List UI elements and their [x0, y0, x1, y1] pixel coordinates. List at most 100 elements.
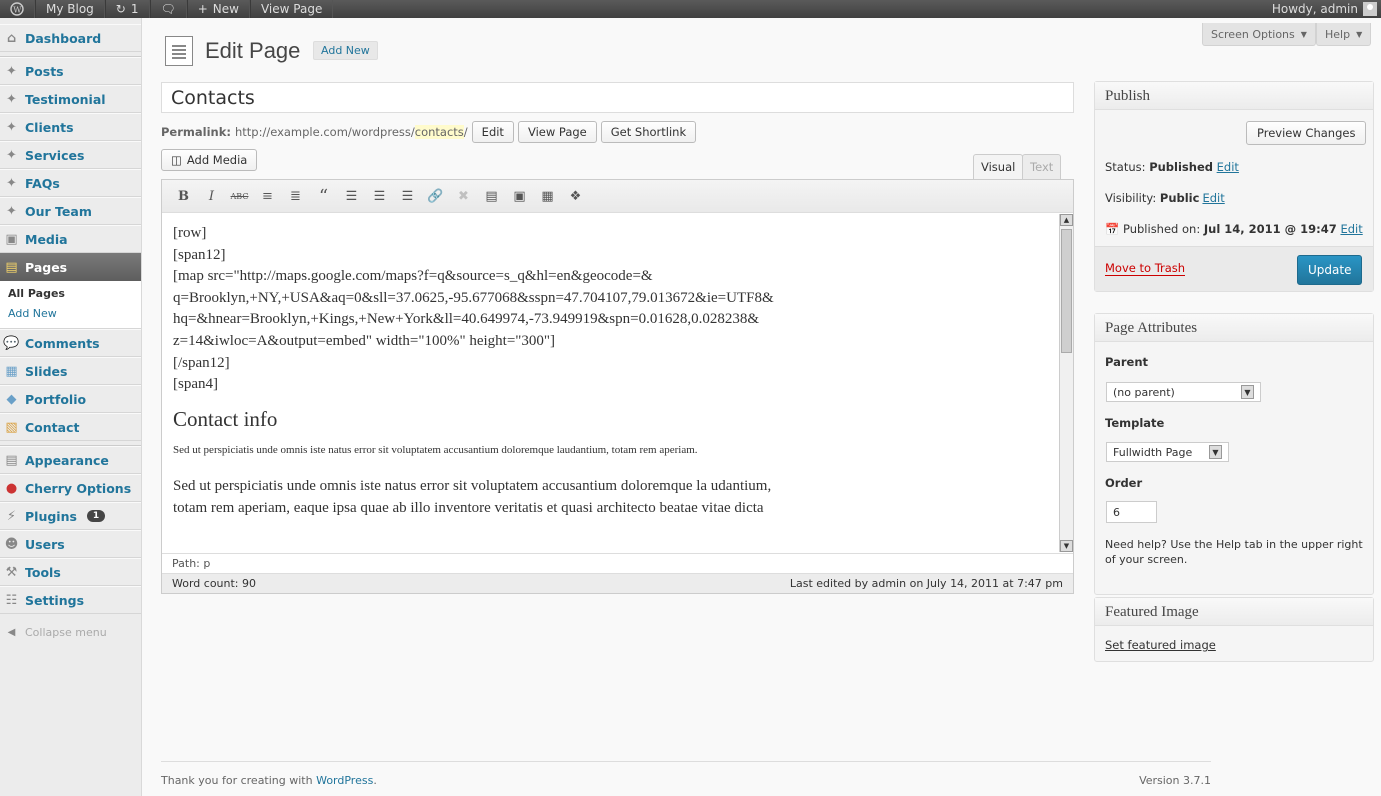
account-menu[interactable]: Howdy, admin [1262, 0, 1381, 18]
numbered-list-icon[interactable]: ≣ [286, 187, 305, 206]
svg-text:W: W [13, 5, 22, 14]
tab-visual[interactable]: Visual [973, 154, 1024, 181]
editor-scrollbar[interactable]: ▲ ▼ [1059, 214, 1073, 552]
edit-status-link[interactable]: Edit [1217, 160, 1239, 174]
admin-footer: Thank you for creating with WordPress. V… [161, 761, 1211, 787]
post-title-input[interactable]: Contacts [161, 82, 1074, 113]
shortcode-puzzle-icon[interactable]: ❖ [566, 187, 585, 206]
menu-posts[interactable]: ✦ Posts [0, 57, 141, 85]
bold-icon[interactable]: B [174, 187, 193, 206]
new-content-link[interactable]: + New [186, 0, 250, 18]
menu-faqs[interactable]: ✦ FAQs [0, 169, 141, 197]
permalink-url: http://example.com/wordpress/contacts/ [235, 125, 468, 139]
preview-changes-button[interactable]: Preview Changes [1246, 121, 1367, 145]
more-tag-icon[interactable]: ▤ [482, 187, 501, 206]
status-label: Status: [1105, 160, 1146, 174]
strikethrough-icon[interactable]: ABC [230, 187, 249, 206]
menu-services[interactable]: ✦ Services [0, 141, 141, 169]
screen-options-tab[interactable]: Screen Options ▼ [1202, 23, 1316, 46]
align-right-icon[interactable]: ☰ [398, 187, 417, 206]
submenu-add-new[interactable]: Add New [8, 304, 141, 324]
permalink-slash: / [463, 125, 468, 139]
menu-dashboard[interactable]: ⌂ Dashboard [0, 24, 141, 52]
tools-icon: ⚒ [5, 564, 18, 580]
pin-icon: ✦ [6, 175, 17, 191]
move-to-trash-link[interactable]: Move to Trash [1105, 261, 1186, 276]
published-label: Published on: [1122, 222, 1201, 236]
fullscreen-icon[interactable]: ▣ [510, 187, 529, 206]
editor-content[interactable]: [row] [span12] [map src="http://maps.goo… [163, 214, 1058, 552]
add-new-button[interactable]: Add New [313, 41, 378, 60]
comments-link[interactable]: 🗨 [149, 0, 187, 18]
scroll-up-arrow-icon[interactable]: ▲ [1060, 214, 1073, 226]
wp-logo-icon[interactable]: W [0, 0, 35, 18]
collapse-arrow-icon: ◀ [7, 626, 16, 638]
order-input[interactable]: 6 [1106, 501, 1157, 523]
attributes-help-text: Need help? Use the Help tab in the upper… [1105, 538, 1363, 566]
editor-toolbar: B I ABC ≡ ≣ “ ☰ ☰ ☰ 🔗 ✖ ▤ ▣ ▦ ❖ [162, 180, 1073, 213]
kitchen-sink-icon[interactable]: ▦ [538, 187, 557, 206]
italic-icon[interactable]: I [202, 187, 221, 206]
menu-settings[interactable]: ☷ Settings [0, 586, 141, 614]
submenu-all-pages[interactable]: All Pages [8, 284, 141, 304]
update-button[interactable]: Update [1297, 255, 1363, 285]
bullet-list-icon[interactable]: ≡ [258, 187, 277, 206]
permalink-slug[interactable]: contacts [414, 125, 464, 139]
menu-testimonial[interactable]: ✦ Testimonial [0, 85, 141, 113]
status-row: Status: Published Edit [1095, 160, 1249, 174]
view-page-button[interactable]: View Page [517, 121, 597, 143]
menu-our-team[interactable]: ✦ Our Team [0, 197, 141, 225]
site-name-link[interactable]: My Blog [35, 0, 105, 18]
help-tab[interactable]: Help ▼ [1316, 23, 1372, 46]
pin-icon: ✦ [6, 203, 17, 219]
featured-image-title: Featured Image [1095, 598, 1373, 626]
updates-link[interactable]: ↻ 1 [104, 0, 150, 18]
comment-icon: 💬 [3, 335, 20, 351]
greeting: Howdy, admin [1271, 2, 1358, 16]
admin-bar: W My Blog ↻ 1 🗨 + New View Page Howdy, adm… [0, 0, 1381, 18]
menu-appearance[interactable]: ▤ Appearance [0, 446, 141, 474]
menu-plugins[interactable]: ⚡ Plugins 1 [0, 502, 141, 530]
collapse-menu[interactable]: ◀ Collapse menu [0, 618, 141, 646]
blockquote-icon[interactable]: “ [314, 186, 333, 207]
menu-clients[interactable]: ✦ Clients [0, 113, 141, 141]
menu-label: FAQs [25, 175, 60, 191]
menu-comments[interactable]: 💬 Comments [0, 329, 141, 357]
menu-cherry-options[interactable]: ● Cherry Options [0, 474, 141, 502]
pin-icon: ✦ [6, 63, 17, 79]
permalink-label: Permalink: [161, 125, 231, 139]
menu-label: Settings [25, 592, 85, 608]
edit-visibility-link[interactable]: Edit [1202, 191, 1224, 205]
scroll-thumb[interactable] [1061, 229, 1072, 353]
unlink-icon[interactable]: ✖ [454, 187, 473, 206]
add-media-button[interactable]: ◫ Add Media [161, 149, 258, 171]
wordpress-link[interactable]: WordPress [316, 774, 373, 787]
align-left-icon[interactable]: ☰ [342, 187, 361, 206]
publish-box: Publish Preview Changes Status: Publishe… [1094, 81, 1374, 292]
link-icon[interactable]: 🔗 [426, 187, 445, 206]
menu-label: Comments [25, 335, 100, 351]
scroll-down-arrow-icon[interactable]: ▼ [1060, 540, 1073, 552]
pin-icon: ✦ [6, 91, 17, 107]
permalink-row: Permalink: http://example.com/wordpress/… [161, 121, 697, 143]
menu-portfolio[interactable]: ◆ Portfolio [0, 385, 141, 413]
menu-slides[interactable]: ▦ Slides [0, 357, 141, 385]
align-center-icon[interactable]: ☰ [370, 187, 389, 206]
parent-select[interactable]: (no parent) ▼ [1106, 382, 1261, 402]
menu-label: Pages [25, 259, 68, 275]
get-shortlink-button[interactable]: Get Shortlink [600, 121, 697, 143]
set-featured-image-link[interactable]: Set featured image [1095, 638, 1226, 652]
template-select[interactable]: Fullwidth Page ▼ [1106, 442, 1229, 462]
settings-icon: ☷ [5, 592, 18, 608]
menu-users[interactable]: ☻ Users [0, 530, 141, 558]
menu-media[interactable]: ▣ Media [0, 225, 141, 253]
tab-text[interactable]: Text [1022, 154, 1062, 180]
menu-label: Dashboard [25, 30, 102, 46]
pin-icon: ✦ [6, 119, 17, 135]
menu-contact[interactable]: ▧ Contact [0, 413, 141, 441]
edit-date-link[interactable]: Edit [1340, 222, 1362, 236]
edit-permalink-button[interactable]: Edit [471, 121, 514, 143]
menu-pages[interactable]: ▤ Pages [0, 253, 141, 281]
menu-tools[interactable]: ⚒ Tools [0, 558, 141, 586]
view-page-link[interactable]: View Page [249, 0, 334, 18]
